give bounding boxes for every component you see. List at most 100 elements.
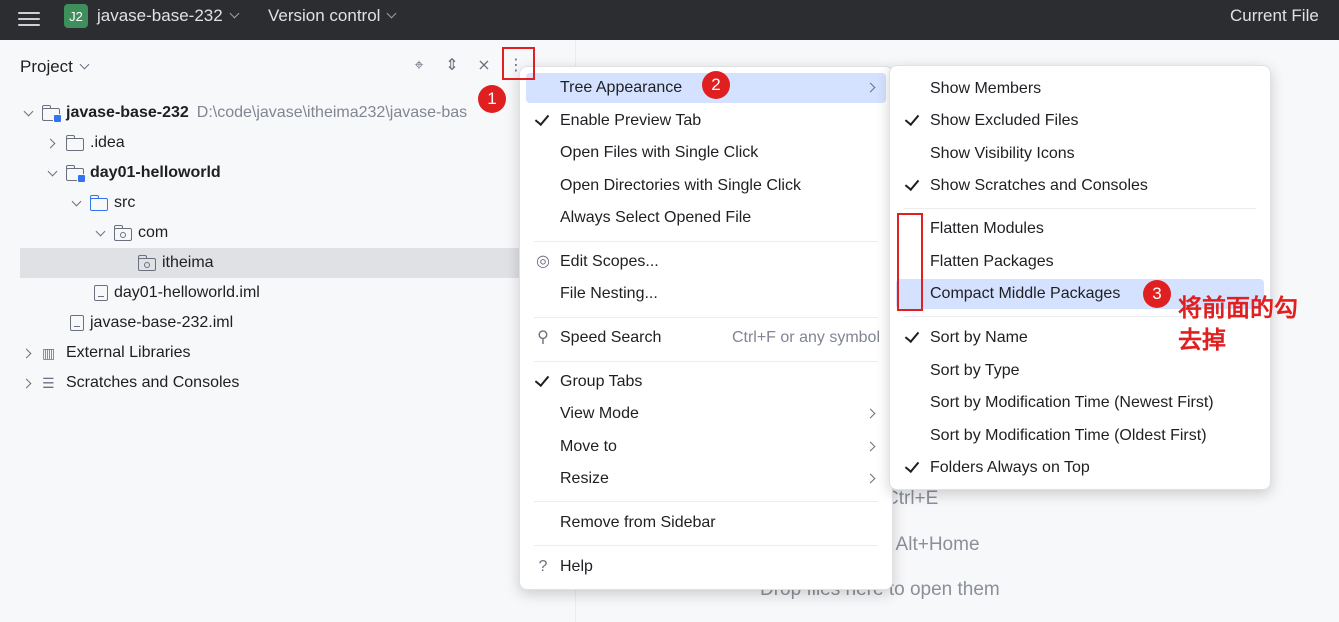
annotation-step-1: 1 bbox=[478, 85, 506, 113]
menu-item-resize[interactable]: Resize bbox=[526, 464, 886, 494]
menu-item-group-tabs[interactable]: Group Tabs bbox=[526, 367, 886, 397]
menu-item-help[interactable]: ? Help bbox=[526, 552, 886, 582]
menu-item-label: Speed Search bbox=[560, 329, 662, 346]
menu-item-label: Show Members bbox=[930, 80, 1042, 97]
menu-item-flatten-modules[interactable]: Flatten Modules bbox=[896, 214, 1264, 244]
tree-row-external-libraries[interactable]: ▥ External Libraries bbox=[20, 338, 520, 368]
menu-item-edit-scopes[interactable]: ◎ Edit Scopes... bbox=[526, 247, 886, 277]
annotation-step-2: 2 bbox=[702, 71, 730, 99]
menu-item-label: Folders Always on Top bbox=[930, 459, 1090, 476]
menu-item-label: File Nesting... bbox=[560, 285, 658, 302]
menu-item-label: Help bbox=[560, 558, 593, 575]
expand-all-icon[interactable]: ⇕ bbox=[442, 56, 462, 76]
locate-icon[interactable]: ⌖ bbox=[409, 56, 429, 76]
menu-item-label: Open Files with Single Click bbox=[560, 144, 759, 161]
menu-item-label: Sort by Modification Time (Oldest First) bbox=[930, 427, 1207, 444]
chevron-right-icon bbox=[865, 473, 876, 484]
menu-item-enable-preview-tab[interactable]: Enable Preview Tab bbox=[526, 106, 886, 136]
menu-item-open-dirs-single-click[interactable]: Open Directories with Single Click bbox=[526, 171, 886, 201]
chevron-right-icon bbox=[865, 441, 876, 452]
tree-row-root[interactable]: javase-base-232 D:\code\javase\itheima23… bbox=[20, 98, 520, 128]
chevron-down-icon[interactable] bbox=[68, 195, 84, 211]
scratches-icon: ☰ bbox=[42, 375, 55, 391]
menu-item-label: Tree Appearance bbox=[560, 79, 683, 96]
tree-row-scratches[interactable]: ☰ Scratches and Consoles bbox=[20, 368, 520, 398]
main-menu-icon[interactable] bbox=[18, 8, 40, 30]
tree-label: javase-base-232.iml bbox=[90, 314, 234, 331]
menu-item-label: Edit Scopes... bbox=[560, 253, 659, 270]
help-icon: ? bbox=[538, 558, 548, 575]
menu-item-show-excluded-files[interactable]: Show Excluded Files bbox=[896, 106, 1264, 136]
tree-row-module-iml[interactable]: day01-helloworld.iml bbox=[20, 278, 520, 308]
annotation-box-checks bbox=[897, 213, 923, 311]
panel-title: Project bbox=[20, 57, 73, 76]
menu-item-sort-mod-oldest[interactable]: Sort by Modification Time (Oldest First) bbox=[896, 421, 1264, 451]
menu-item-show-members[interactable]: Show Members bbox=[896, 74, 1264, 104]
menu-item-speed-search[interactable]: ⚲ Speed Search Ctrl+F or any symbol bbox=[526, 323, 886, 353]
project-view-selector[interactable]: Project bbox=[20, 57, 90, 77]
tree-row-itheima[interactable]: itheima bbox=[20, 248, 520, 278]
menu-item-flatten-packages[interactable]: Flatten Packages bbox=[896, 247, 1264, 277]
menu-item-label: Move to bbox=[560, 438, 617, 455]
iml-file-icon bbox=[94, 285, 108, 301]
menu-item-show-scratches[interactable]: Show Scratches and Consoles bbox=[896, 171, 1264, 201]
chevron-down-icon[interactable] bbox=[20, 105, 36, 121]
tree-row-src[interactable]: src bbox=[20, 188, 520, 218]
package-icon bbox=[113, 224, 132, 241]
version-control-menu[interactable]: Version control bbox=[268, 6, 397, 26]
run-config-selector[interactable]: Current File bbox=[1230, 6, 1319, 26]
module-folder-icon bbox=[41, 104, 62, 123]
annotation-note-line2: 去掉 bbox=[1178, 327, 1226, 354]
menu-item-label: View Mode bbox=[560, 405, 639, 422]
collapse-all-icon[interactable]: ⨯ bbox=[474, 56, 494, 76]
tree-path: D:\code\javase\itheima232\javase-bas bbox=[196, 104, 468, 121]
menu-item-label: Compact Middle Packages bbox=[930, 285, 1121, 302]
menu-item-move-to[interactable]: Move to bbox=[526, 432, 886, 462]
tree-row-project-iml[interactable]: javase-base-232.iml bbox=[20, 308, 520, 338]
tree-row-com[interactable]: com bbox=[20, 218, 520, 248]
menu-separator bbox=[534, 317, 878, 318]
menu-item-label: Flatten Modules bbox=[930, 220, 1044, 237]
tree-appearance-submenu: Show Members Show Excluded Files Show Vi… bbox=[889, 65, 1271, 490]
menu-item-label: Sort by Name bbox=[930, 329, 1028, 346]
tree-label: day01-helloworld bbox=[90, 164, 221, 181]
version-control-label: Version control bbox=[268, 6, 381, 25]
checkmark-icon bbox=[904, 112, 920, 128]
menu-item-show-visibility-icons[interactable]: Show Visibility Icons bbox=[896, 139, 1264, 169]
menu-item-always-select-opened[interactable]: Always Select Opened File bbox=[526, 203, 886, 233]
tree-label: itheima bbox=[162, 254, 214, 271]
tree-label: day01-helloworld.iml bbox=[114, 284, 260, 301]
menu-item-label: Enable Preview Tab bbox=[560, 112, 702, 129]
chevron-down-icon[interactable] bbox=[44, 165, 60, 181]
checkmark-icon bbox=[904, 177, 920, 193]
menu-item-label: Remove from Sidebar bbox=[560, 514, 716, 531]
chevron-down-icon[interactable] bbox=[92, 225, 108, 241]
menu-item-sort-by-type[interactable]: Sort by Type bbox=[896, 356, 1264, 386]
menu-item-view-mode[interactable]: View Mode bbox=[526, 399, 886, 429]
menu-separator bbox=[534, 241, 878, 242]
tree-row-module[interactable]: day01-helloworld bbox=[20, 158, 520, 188]
menu-item-folders-on-top[interactable]: Folders Always on Top bbox=[896, 453, 1264, 483]
tree-label: Scratches and Consoles bbox=[66, 374, 240, 391]
menu-item-sort-mod-newest[interactable]: Sort by Modification Time (Newest First) bbox=[896, 388, 1264, 418]
tree-label: src bbox=[114, 194, 136, 211]
editor-hint: r Alt+Home bbox=[885, 534, 980, 555]
module-folder-icon bbox=[65, 164, 86, 183]
chevron-right-icon bbox=[865, 408, 876, 419]
menu-item-file-nesting[interactable]: File Nesting... bbox=[526, 279, 886, 309]
menu-item-label: Sort by Type bbox=[930, 362, 1020, 379]
package-icon bbox=[137, 254, 156, 271]
chevron-right-icon[interactable] bbox=[20, 345, 36, 361]
project-switcher[interactable]: javase-base-232 bbox=[97, 6, 240, 26]
chevron-right-icon[interactable] bbox=[20, 375, 36, 391]
project-badge[interactable]: J2 bbox=[64, 4, 88, 28]
tree-label: .idea bbox=[90, 134, 125, 151]
annotation-box-kebab bbox=[502, 47, 535, 80]
annotation-step-3: 3 bbox=[1143, 280, 1171, 308]
project-name-label: javase-base-232 bbox=[97, 6, 223, 25]
tree-row-idea[interactable]: .idea bbox=[20, 128, 520, 158]
menu-item-open-files-single-click[interactable]: Open Files with Single Click bbox=[526, 138, 886, 168]
menu-item-remove-from-sidebar[interactable]: Remove from Sidebar bbox=[526, 508, 886, 538]
chevron-right-icon[interactable] bbox=[44, 135, 60, 151]
options-menu: Tree Appearance Enable Preview Tab Open … bbox=[519, 66, 893, 590]
